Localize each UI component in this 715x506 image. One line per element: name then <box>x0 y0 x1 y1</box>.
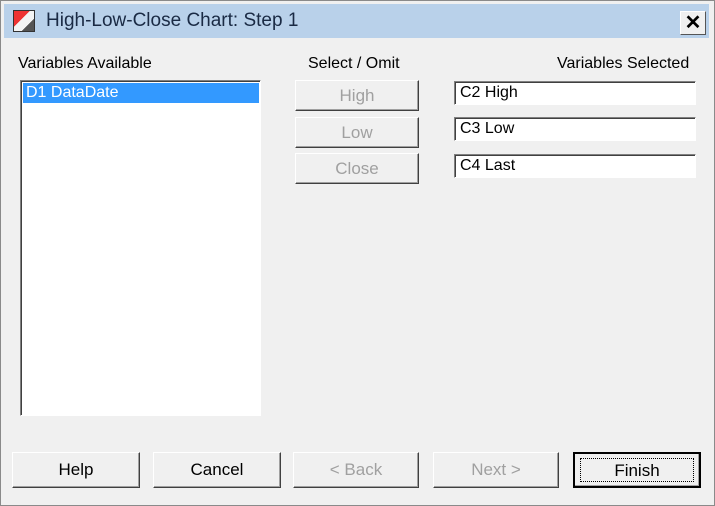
variables-available-list[interactable]: D1 DataDate <box>20 80 261 416</box>
variables-selected-label: Variables Selected <box>557 55 690 72</box>
help-button[interactable]: Help <box>12 452 140 488</box>
next-button[interactable]: Next > <box>433 452 559 488</box>
back-button[interactable]: < Back <box>293 452 419 488</box>
select-omit-label: Select / Omit <box>308 55 400 72</box>
close-button[interactable]: ✕ <box>680 11 706 35</box>
title-bar[interactable]: High-Low-Close Chart: Step 1 ✕ <box>4 4 709 38</box>
variables-available-label: Variables Available <box>18 55 152 72</box>
focus-rectangle <box>580 458 694 482</box>
close-variable-button[interactable]: Close <box>295 153 419 184</box>
close-icon: ✕ <box>684 12 702 34</box>
chart-app-icon <box>13 10 35 32</box>
list-item[interactable]: D1 DataDate <box>23 83 259 103</box>
dialog-window: High-Low-Close Chart: Step 1 ✕ Variables… <box>0 0 715 506</box>
finish-button[interactable]: Finish <box>573 452 701 488</box>
high-button[interactable]: High <box>295 80 419 111</box>
low-variable-field[interactable]: C3 Low <box>454 117 696 141</box>
low-button[interactable]: Low <box>295 117 419 148</box>
cancel-button[interactable]: Cancel <box>153 452 281 488</box>
window-title: High-Low-Close Chart: Step 1 <box>46 10 299 31</box>
high-variable-field[interactable]: C2 High <box>454 81 696 105</box>
close-variable-field[interactable]: C4 Last <box>454 154 696 178</box>
